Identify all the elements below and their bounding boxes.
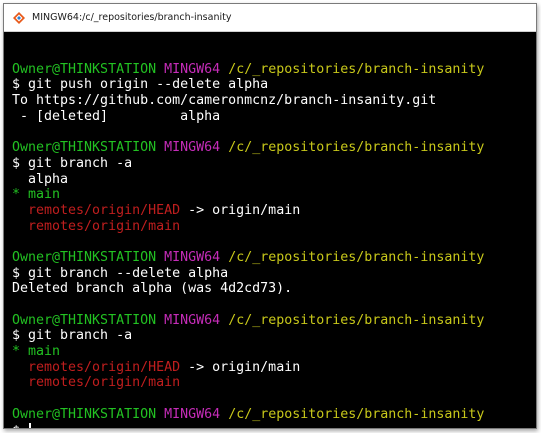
prompt-path: /c/_repositories/branch-insanity: [228, 406, 485, 422]
terminal-output[interactable]: Owner@THINKSTATION MINGW64 /c/_repositor…: [4, 32, 536, 429]
branch-local: alpha: [12, 171, 69, 187]
prompt-path: /c/_repositories/branch-insanity: [228, 312, 485, 328]
output-line: Deleted branch alpha (was 4d2cd73).: [12, 281, 293, 297]
command-line: $ git branch -a: [12, 155, 133, 171]
prompt-user: Owner@THINKSTATION: [12, 61, 157, 77]
remote-head-name: remotes/origin/HEAD: [12, 202, 181, 218]
prompt-msystem: MINGW64: [164, 249, 221, 265]
remote-head-target: -> origin/main: [180, 359, 301, 375]
prompt-line: Owner@THINKSTATION MINGW64 /c/_repositor…: [12, 250, 536, 266]
prompt-line: Owner@THINKSTATION MINGW64 /c/_repositor…: [12, 313, 536, 329]
output-line: - [deleted] alpha: [12, 108, 221, 124]
prompt-user: Owner@THINKSTATION: [12, 406, 157, 422]
text-cursor: [29, 422, 31, 428]
prompt-user: Owner@THINKSTATION: [12, 140, 157, 156]
branch-remote-head: remotes/origin/HEAD -> origin/main: [12, 360, 536, 376]
command-line: $ git branch --delete alpha: [12, 265, 229, 281]
prompt-symbol: $: [12, 424, 28, 429]
prompt-msystem: MINGW64: [164, 140, 221, 156]
output-line: To https://github.com/cameronmcnz/branch…: [12, 93, 437, 109]
prompt-path: /c/_repositories/branch-insanity: [228, 61, 485, 77]
prompt-line: Owner@THINKSTATION MINGW64 /c/_repositor…: [12, 140, 536, 156]
command-line: $ git branch -a: [12, 328, 133, 344]
prompt-msystem: MINGW64: [164, 61, 221, 77]
prompt-line: Owner@THINKSTATION MINGW64 /c/_repositor…: [12, 407, 536, 423]
prompt-user: Owner@THINKSTATION: [12, 312, 157, 328]
mintty-app-icon: [12, 11, 26, 25]
branch-remote-head: remotes/origin/HEAD -> origin/main: [12, 203, 536, 219]
branch-current: * main: [12, 344, 61, 360]
remote-head-name: remotes/origin/HEAD: [12, 359, 181, 375]
prompt-path: /c/_repositories/branch-insanity: [228, 140, 485, 156]
prompt-path: /c/_repositories/branch-insanity: [228, 249, 485, 265]
window-title: MINGW64:/c/_repositories/branch-insanity: [32, 12, 232, 23]
command-line: $ git push origin --delete alpha: [12, 77, 269, 93]
branch-remote: remotes/origin/main: [12, 375, 181, 391]
branch-current: * main: [12, 187, 61, 203]
branch-remote: remotes/origin/main: [12, 218, 181, 234]
prompt-line: Owner@THINKSTATION MINGW64 /c/_repositor…: [12, 62, 536, 78]
prompt-msystem: MINGW64: [164, 312, 221, 328]
prompt-user: Owner@THINKSTATION: [12, 249, 157, 265]
terminal-window: MINGW64:/c/_repositories/branch-insanity…: [3, 3, 537, 429]
title-bar[interactable]: MINGW64:/c/_repositories/branch-insanity: [4, 4, 536, 32]
prompt-msystem: MINGW64: [164, 406, 221, 422]
command-line[interactable]: $: [12, 422, 536, 429]
remote-head-target: -> origin/main: [180, 202, 301, 218]
